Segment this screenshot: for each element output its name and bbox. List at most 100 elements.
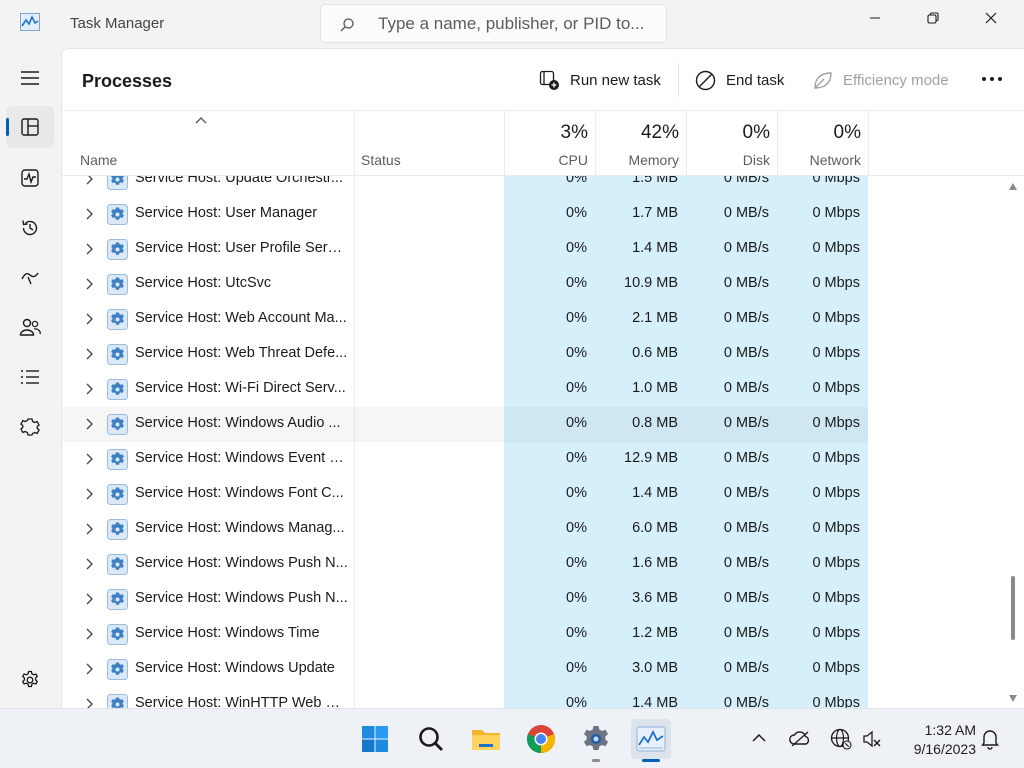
cpu-value: 0% — [566, 485, 587, 501]
expand-chevron-icon[interactable] — [84, 418, 94, 430]
table-row[interactable]: Service Host: Windows Font C... 0% 1.4 MB 0… — [62, 477, 868, 512]
search-input[interactable]: Type a name, publisher, or PID to... — [378, 14, 644, 34]
process-name: Service Host: Windows Update — [135, 660, 335, 676]
service-host-gear-icon — [107, 519, 128, 540]
expand-chevron-icon[interactable] — [84, 698, 94, 708]
table-row[interactable]: Service Host: Windows Push N... 0% 3.6 MB 0… — [62, 582, 868, 617]
disk-value: 0 MB/s — [723, 485, 769, 501]
table-row[interactable]: Service Host: Wi-Fi Direct Serv... 0% 1.0 … — [62, 372, 868, 407]
nav-item-users[interactable] — [6, 306, 54, 348]
close-icon — [985, 12, 997, 24]
memory-value: 10.9 MB — [624, 275, 678, 291]
cpu-value: 0% — [566, 590, 587, 606]
cpu-value: 0% — [566, 380, 587, 396]
process-name: Service Host: User Manager — [135, 205, 318, 221]
column-divider[interactable] — [354, 111, 355, 176]
expand-chevron-icon[interactable] — [84, 176, 94, 185]
table-row[interactable]: Service Host: WinHTTP Web Pr... 0% 1.4 MB 0… — [62, 687, 868, 708]
table-row[interactable]: Service Host: Windows Manag... 0% 6.0 MB 0 … — [62, 512, 868, 547]
run-new-task-icon — [539, 70, 559, 90]
more-dot-icon — [982, 77, 986, 81]
expand-chevron-icon[interactable] — [84, 383, 94, 395]
column-header-status[interactable]: Status — [361, 152, 401, 168]
search-box[interactable]: Type a name, publisher, or PID to... — [320, 4, 667, 43]
table-row[interactable]: Service Host: Web Account Ma... 0% 2.1 MB 0… — [62, 302, 868, 337]
column-header-memory[interactable]: Memory — [595, 152, 679, 168]
hamburger-menu-button[interactable] — [6, 57, 54, 99]
show-hidden-icons-chevron-icon[interactable] — [751, 732, 767, 744]
network-value: 0 Mbps — [812, 275, 860, 291]
scrollbar-thumb[interactable] — [1011, 576, 1015, 640]
expand-chevron-icon[interactable] — [84, 453, 94, 465]
expand-chevron-icon[interactable] — [84, 593, 94, 605]
process-name: Service Host: Windows Audio ... — [135, 415, 341, 431]
taskbar-chrome[interactable] — [521, 719, 561, 759]
taskbar-file-explorer[interactable] — [466, 719, 506, 759]
nav-item-details[interactable] — [6, 356, 54, 398]
nav-item-processes[interactable] — [6, 106, 54, 148]
column-header-disk[interactable]: Disk — [686, 152, 770, 168]
disk-value: 0 MB/s — [723, 415, 769, 431]
scroll-up-arrow-icon[interactable] — [1008, 182, 1018, 192]
sort-ascending-icon[interactable] — [195, 115, 207, 125]
expand-chevron-icon[interactable] — [84, 523, 94, 535]
column-header-cpu[interactable]: CPU — [504, 152, 588, 168]
table-row[interactable]: Service Host: User Profile Servi... 0% 1.4… — [62, 232, 868, 267]
network-value: 0 Mbps — [812, 345, 860, 361]
volume-muted-icon[interactable] — [861, 728, 883, 750]
process-name: Service Host: Web Account Ma... — [135, 310, 347, 326]
run-new-task-button[interactable]: Run new task — [539, 69, 661, 91]
column-header-network[interactable]: Network — [777, 152, 861, 168]
scroll-down-arrow-icon[interactable] — [1008, 693, 1018, 703]
restore-button[interactable] — [904, 0, 962, 36]
taskbar-task-manager[interactable] — [631, 719, 671, 759]
disk-value: 0 MB/s — [723, 240, 769, 256]
expand-chevron-icon[interactable] — [84, 313, 94, 325]
table-row[interactable]: Service Host: Update Orchestr... 0% 1.5 MB… — [62, 176, 868, 197]
column-divider[interactable] — [868, 111, 869, 176]
disk-value: 0 MB/s — [723, 205, 769, 221]
nav-item-startup-apps[interactable] — [6, 256, 54, 298]
nav-item-performance[interactable] — [6, 157, 54, 199]
expand-chevron-icon[interactable] — [84, 488, 94, 500]
expand-chevron-icon[interactable] — [84, 628, 94, 640]
table-row[interactable]: Service Host: UtcSvc 0% 10.9 MB 0 MB/s 0 Mbp… — [62, 267, 868, 302]
table-row[interactable]: Service Host: Windows Event L... 0% 12.9 M… — [62, 442, 868, 477]
minimize-button[interactable] — [846, 0, 904, 36]
table-row[interactable]: Service Host: User Manager 0% 1.7 MB 0 MB/s… — [62, 197, 868, 232]
expand-chevron-icon[interactable] — [84, 348, 94, 360]
expand-chevron-icon[interactable] — [84, 243, 94, 255]
more-options-button[interactable] — [982, 77, 1002, 81]
table-row[interactable]: Service Host: Windows Time 0% 1.2 MB 0 MB/s… — [62, 617, 868, 652]
table-row[interactable]: Service Host: Windows Push N... 0% 1.6 MB 0… — [62, 547, 868, 582]
notification-bell-icon[interactable] — [980, 728, 1000, 750]
table-row[interactable]: Service Host: Windows Update 0% 3.0 MB 0 MB… — [62, 652, 868, 687]
taskbar-start-button[interactable] — [355, 719, 395, 759]
expand-chevron-icon[interactable] — [84, 663, 94, 675]
end-task-button[interactable]: End task — [695, 69, 784, 91]
navigation-pane — [0, 48, 61, 708]
service-host-gear-icon — [107, 239, 128, 260]
efficiency-mode-button[interactable]: Efficiency mode — [812, 69, 949, 91]
network-percent: 0% — [833, 122, 861, 143]
title-bar: Task Manager Type a name, publisher, or … — [0, 0, 1024, 48]
taskbar-search-button[interactable] — [411, 719, 451, 759]
column-header-name[interactable]: Name — [80, 152, 117, 168]
network-globe-icon[interactable] — [830, 728, 852, 750]
table-row[interactable]: Service Host: Windows Audio ... 0% 0.8 MB 0… — [62, 407, 868, 442]
nav-item-settings[interactable] — [6, 659, 54, 701]
system-clock[interactable]: 1:32 AM 9/16/2023 — [896, 721, 976, 759]
nav-item-app-history[interactable] — [6, 207, 54, 249]
table-row[interactable]: Service Host: Web Threat Defe... 0% 0.6 MB… — [62, 337, 868, 372]
nav-item-services[interactable] — [6, 406, 54, 448]
expand-chevron-icon[interactable] — [84, 208, 94, 220]
taskbar-settings[interactable] — [576, 719, 616, 759]
onedrive-cloud-icon[interactable] — [788, 728, 812, 748]
network-value: 0 Mbps — [812, 520, 860, 536]
expand-chevron-icon[interactable] — [84, 558, 94, 570]
close-button[interactable] — [962, 0, 1020, 36]
expand-chevron-icon[interactable] — [84, 278, 94, 290]
memory-value: 3.0 MB — [632, 660, 678, 676]
process-name: Service Host: User Profile Servi... — [135, 240, 349, 256]
network-value: 0 Mbps — [812, 590, 860, 606]
